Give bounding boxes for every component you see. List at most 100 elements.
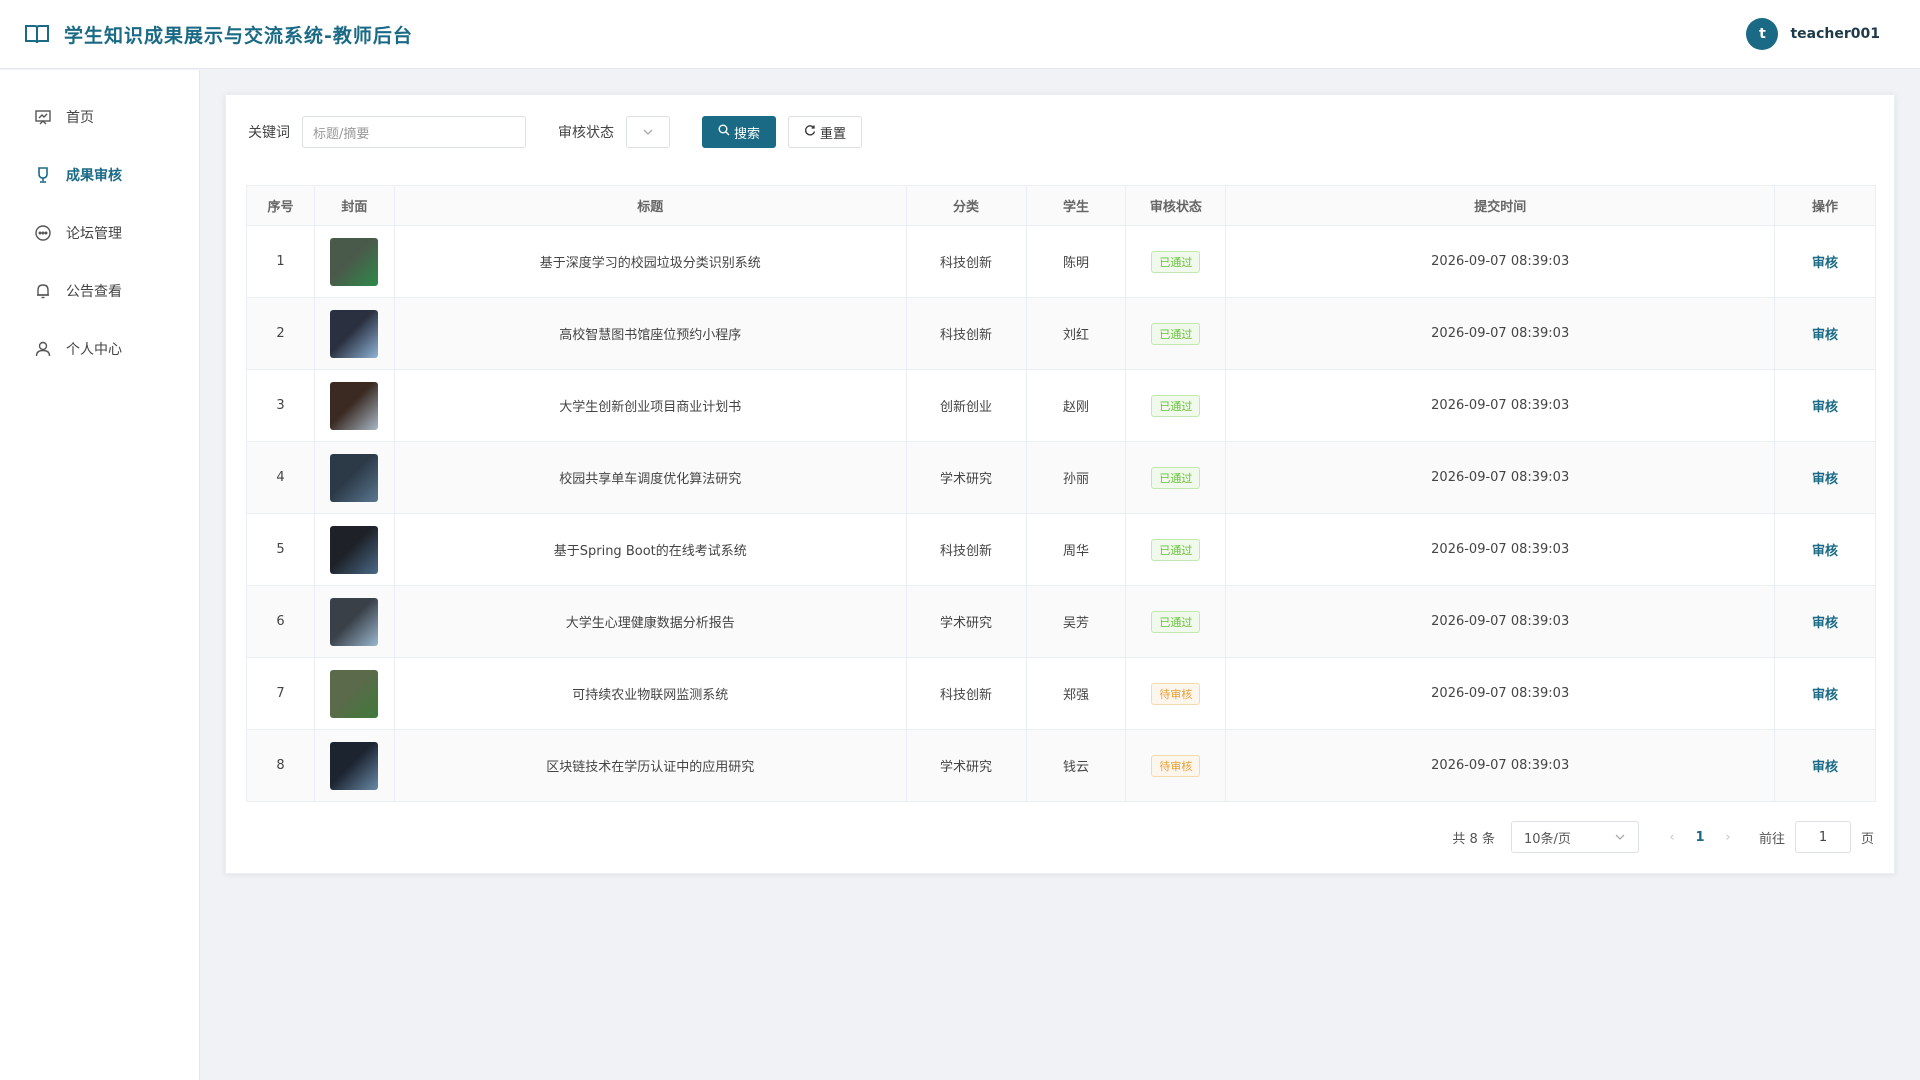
user-icon bbox=[34, 340, 52, 358]
sidebar-item-notice[interactable]: 公告查看 bbox=[0, 262, 199, 320]
table-header-row: 序号 封面 标题 分类 学生 审核状态 提交时间 操作 bbox=[246, 185, 1876, 226]
cell-student: 赵刚 bbox=[1025, 369, 1127, 442]
col-header-cover: 封面 bbox=[313, 185, 395, 226]
status-select[interactable] bbox=[626, 116, 670, 148]
username[interactable]: teacher001 bbox=[1790, 26, 1880, 42]
keyword-label: 关键词 bbox=[248, 125, 290, 141]
page-size-select[interactable]: 10条/页 bbox=[1510, 821, 1639, 853]
cell-action: 审核 bbox=[1774, 297, 1876, 370]
cell-status: 已通过 bbox=[1125, 441, 1227, 514]
reset-button[interactable]: 重置 bbox=[788, 116, 862, 148]
cell-student: 孙丽 bbox=[1025, 441, 1127, 514]
sidebar: 首页 成果审核 论坛管理 公告查看 个人中心 bbox=[0, 70, 200, 1080]
top-header: 学生知识成果展示与交流系统-教师后台 t teacher001 bbox=[0, 0, 1920, 69]
status-badge: 已通过 bbox=[1151, 394, 1201, 417]
review-link[interactable]: 审核 bbox=[1812, 472, 1838, 487]
review-card: 关键词 标题/摘要 审核状态 搜索 重置 序号 封面 标题 分类 学生 审核状态… bbox=[225, 94, 1895, 874]
review-link[interactable]: 审核 bbox=[1812, 328, 1838, 343]
sidebar-item-review[interactable]: 成果审核 bbox=[0, 146, 199, 204]
cell-index: 7 bbox=[246, 657, 315, 730]
cell-title: 可持续农业物联网监测系统 bbox=[393, 657, 907, 730]
review-link[interactable]: 审核 bbox=[1812, 544, 1838, 559]
status-badge: 已通过 bbox=[1151, 466, 1201, 489]
status-badge: 已通过 bbox=[1151, 538, 1201, 561]
sidebar-item-forum[interactable]: 论坛管理 bbox=[0, 204, 199, 262]
cell-status: 已通过 bbox=[1125, 585, 1227, 658]
goto-page-value: 1 bbox=[1818, 829, 1828, 845]
goto-label: 前往 bbox=[1758, 831, 1785, 847]
sidebar-item-label: 首页 bbox=[66, 110, 94, 126]
cover-thumbnail[interactable] bbox=[330, 597, 379, 646]
cell-category: 创新创业 bbox=[905, 369, 1027, 442]
cell-category: 科技创新 bbox=[905, 297, 1027, 370]
table-row: 7 可持续农业物联网监测系统 科技创新 郑强 待审核 2026-09-07 08:39:0… bbox=[246, 657, 1876, 730]
col-header-student: 学生 bbox=[1025, 185, 1127, 226]
cover-thumbnail[interactable] bbox=[330, 237, 379, 286]
cell-action: 审核 bbox=[1774, 585, 1876, 658]
cell-cover bbox=[313, 441, 395, 514]
cover-thumbnail[interactable] bbox=[330, 381, 379, 430]
cell-status: 已通过 bbox=[1125, 225, 1227, 298]
cell-title: 基于Spring Boot的在线考试系统 bbox=[393, 513, 907, 586]
cell-time: 2026-09-07 08:39:03 bbox=[1225, 729, 1776, 802]
table-row: 8 区块链技术在学历认证中的应用研究 学术研究 钱云 待审核 2026-09-07 08:… bbox=[246, 729, 1876, 802]
cover-thumbnail[interactable] bbox=[330, 453, 379, 502]
review-link[interactable]: 审核 bbox=[1812, 400, 1838, 415]
search-icon bbox=[718, 124, 730, 140]
cell-status: 已通过 bbox=[1125, 513, 1227, 586]
cell-category: 科技创新 bbox=[905, 225, 1027, 298]
page-suffix: 页 bbox=[1860, 831, 1874, 847]
cover-thumbnail[interactable] bbox=[330, 525, 379, 574]
sidebar-item-label: 公告查看 bbox=[66, 284, 122, 300]
cell-category: 学术研究 bbox=[905, 729, 1027, 802]
cell-cover bbox=[313, 729, 395, 802]
cover-thumbnail[interactable] bbox=[330, 309, 379, 358]
cell-cover bbox=[313, 513, 395, 586]
table-row: 6 大学生心理健康数据分析报告 学术研究 吴芳 已通过 2026-09-07 08:39:… bbox=[246, 585, 1876, 658]
next-page-button[interactable]: › bbox=[1717, 830, 1739, 845]
cell-action: 审核 bbox=[1774, 657, 1876, 730]
avatar[interactable]: t bbox=[1746, 18, 1779, 50]
cell-status: 已通过 bbox=[1125, 369, 1227, 442]
cell-index: 8 bbox=[246, 729, 315, 802]
review-link[interactable]: 审核 bbox=[1812, 760, 1838, 775]
cell-category: 学术研究 bbox=[905, 585, 1027, 658]
sidebar-item-profile[interactable]: 个人中心 bbox=[0, 320, 199, 378]
table-row: 5 基于Spring Boot的在线考试系统 科技创新 周华 已通过 2026-09-07… bbox=[246, 513, 1876, 586]
bell-icon bbox=[34, 282, 52, 300]
review-link[interactable]: 审核 bbox=[1812, 688, 1838, 703]
cell-time: 2026-09-07 08:39:03 bbox=[1225, 441, 1776, 514]
cell-student: 吴芳 bbox=[1025, 585, 1127, 658]
col-header-time: 提交时间 bbox=[1225, 185, 1776, 226]
cell-cover bbox=[313, 657, 395, 730]
brand: 学生知识成果展示与交流系统-教师后台 bbox=[24, 21, 413, 48]
cell-title: 校园共享单车调度优化算法研究 bbox=[393, 441, 907, 514]
cell-action: 审核 bbox=[1774, 225, 1876, 298]
cell-index: 4 bbox=[246, 441, 315, 514]
filter-bar: 关键词 标题/摘要 审核状态 搜索 重置 bbox=[248, 115, 1874, 149]
review-link[interactable]: 审核 bbox=[1812, 616, 1838, 631]
cell-index: 5 bbox=[246, 513, 315, 586]
cell-cover bbox=[313, 585, 395, 658]
prev-page-button[interactable]: ‹ bbox=[1661, 830, 1683, 845]
cover-thumbnail[interactable] bbox=[330, 741, 379, 790]
sidebar-item-home[interactable]: 首页 bbox=[0, 88, 199, 146]
col-header-index: 序号 bbox=[246, 185, 315, 226]
cell-status: 待审核 bbox=[1125, 657, 1227, 730]
keyword-input[interactable]: 标题/摘要 bbox=[302, 116, 526, 148]
cell-time: 2026-09-07 08:39:03 bbox=[1225, 297, 1776, 370]
goto-page-input[interactable]: 1 bbox=[1794, 821, 1851, 853]
cell-title: 高校智慧图书馆座位预约小程序 bbox=[393, 297, 907, 370]
col-header-status: 审核状态 bbox=[1125, 185, 1227, 226]
cell-title: 大学生心理健康数据分析报告 bbox=[393, 585, 907, 658]
review-link[interactable]: 审核 bbox=[1812, 256, 1838, 271]
cell-time: 2026-09-07 08:39:03 bbox=[1225, 369, 1776, 442]
cell-action: 审核 bbox=[1774, 729, 1876, 802]
cell-student: 陈明 bbox=[1025, 225, 1127, 298]
cell-index: 6 bbox=[246, 585, 315, 658]
cover-thumbnail[interactable] bbox=[330, 669, 379, 718]
app-title: 学生知识成果展示与交流系统-教师后台 bbox=[64, 24, 413, 47]
user-menu[interactable]: t teacher001 bbox=[1746, 18, 1880, 50]
page-number[interactable]: 1 bbox=[1683, 830, 1717, 845]
search-button[interactable]: 搜索 bbox=[702, 116, 776, 148]
